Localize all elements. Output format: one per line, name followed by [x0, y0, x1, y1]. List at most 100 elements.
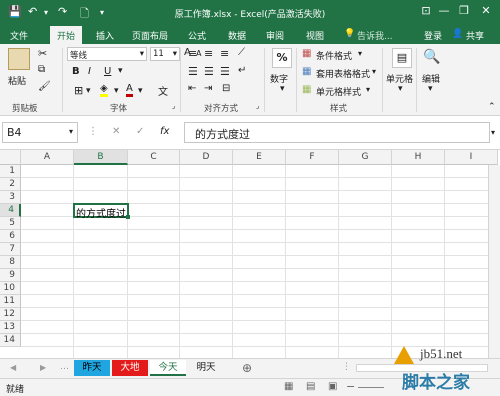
font-name-select[interactable]: 等线 ▾ — [67, 47, 147, 61]
ribbon-options-icon[interactable]: ⊡ — [418, 4, 434, 17]
underline-button[interactable]: U — [104, 66, 111, 77]
vertical-scrollbar[interactable] — [488, 165, 500, 358]
chevron-down-icon[interactable]: ▾ — [428, 84, 433, 94]
row-header[interactable]: 7 — [0, 243, 21, 256]
phonetic-icon[interactable]: 文 — [158, 83, 168, 98]
fill-color-icon[interactable]: ◈ — [100, 83, 108, 97]
tab-page-layout[interactable]: 页面布局 — [132, 29, 168, 42]
tab-view[interactable]: 视图 — [306, 29, 324, 42]
cells-icon[interactable]: ▤ — [392, 48, 412, 68]
row-header[interactable]: 11 — [0, 295, 21, 308]
cancel-icon[interactable]: ✕ — [112, 126, 120, 137]
page-layout-view-icon[interactable]: ▤ — [306, 381, 315, 392]
row-header[interactable]: 10 — [0, 282, 21, 295]
number-format-button[interactable]: 数字 — [270, 72, 288, 85]
enter-icon[interactable]: ✓ — [136, 126, 144, 137]
increase-indent-icon[interactable]: ⇥ — [204, 83, 212, 94]
share-button[interactable]: 共享 — [466, 29, 484, 42]
row-header[interactable]: 4 — [0, 204, 21, 217]
align-left-icon[interactable]: ☰ — [188, 65, 198, 78]
restore-button[interactable]: ❐ — [456, 4, 472, 17]
conditional-format-button[interactable]: 条件格式 — [316, 49, 352, 62]
align-center-icon[interactable]: ☰ — [204, 65, 214, 78]
row-header[interactable]: 9 — [0, 269, 21, 282]
more-sheets-icon[interactable]: … — [60, 362, 69, 372]
fill-color-dropdown-icon[interactable]: ▾ — [114, 86, 119, 96]
tab-data[interactable]: 数据 — [228, 29, 246, 42]
chevron-down-icon[interactable]: ▾ — [69, 127, 73, 136]
column-header[interactable]: E — [233, 150, 286, 165]
column-header[interactable]: G — [339, 150, 392, 165]
align-bottom-icon[interactable]: ≡ — [220, 47, 229, 60]
tab-file[interactable]: 文件 — [10, 29, 28, 42]
row-header[interactable]: 5 — [0, 217, 21, 230]
zoom-out-icon[interactable]: − — [346, 380, 355, 393]
align-right-icon[interactable]: ☰ — [220, 65, 230, 78]
collapse-ribbon-icon[interactable]: ⌃ — [488, 102, 496, 112]
chevron-down-icon[interactable]: ▾ — [366, 85, 370, 94]
chevron-down-icon[interactable]: ▾ — [398, 84, 403, 94]
login-link[interactable]: 登录 — [424, 29, 442, 42]
tab-formulas[interactable]: 公式 — [188, 29, 206, 42]
paste-icon[interactable] — [8, 48, 30, 70]
chevron-down-icon[interactable]: ▾ — [372, 67, 376, 76]
sheet-tab-today[interactable]: 今天 — [150, 360, 186, 376]
row-header[interactable]: 13 — [0, 321, 21, 334]
next-sheet-icon[interactable]: ▶ — [40, 363, 46, 372]
column-header[interactable]: C — [128, 150, 180, 165]
row-header[interactable]: 12 — [0, 308, 21, 321]
decrease-indent-icon[interactable]: ⇤ — [188, 83, 196, 94]
borders-icon[interactable]: ⊞ — [74, 84, 83, 97]
column-header[interactable]: A — [21, 150, 74, 165]
formula-input[interactable]: 的方式度过 — [184, 122, 490, 143]
tell-me-box[interactable]: 告诉我... — [357, 29, 393, 42]
borders-dropdown-icon[interactable]: ▾ — [86, 86, 91, 96]
row-header[interactable]: 6 — [0, 230, 21, 243]
font-color-dropdown-icon[interactable]: ▾ — [138, 86, 143, 96]
sheet-tab-dadi[interactable]: 大地 — [112, 360, 148, 376]
format-painter-icon[interactable]: 🖌 — [38, 81, 51, 92]
row-header[interactable]: 14 — [0, 334, 21, 347]
select-all-corner[interactable] — [0, 150, 21, 165]
font-color-icon[interactable]: A — [126, 83, 133, 97]
sheet-tab-tomorrow[interactable]: 明天 — [188, 360, 224, 376]
align-top-icon[interactable]: ≡ — [188, 47, 197, 60]
wrap-text-icon[interactable]: ↵ — [238, 65, 246, 76]
column-header[interactable]: F — [286, 150, 339, 165]
column-header[interactable]: B — [74, 150, 128, 165]
format-as-table-button[interactable]: 套用表格格式 — [316, 67, 370, 80]
minimize-button[interactable]: — — [436, 4, 452, 17]
prev-sheet-icon[interactable]: ◀ — [10, 363, 16, 372]
row-header[interactable]: 2 — [0, 178, 21, 191]
row-header[interactable]: 8 — [0, 256, 21, 269]
font-size-select[interactable]: 11 ▾ — [150, 47, 180, 61]
tab-review[interactable]: 审阅 — [266, 29, 284, 42]
percent-icon[interactable]: % — [272, 48, 292, 68]
italic-button[interactable]: I — [88, 66, 91, 77]
orientation-icon[interactable]: ⟋ — [238, 47, 245, 58]
page-break-view-icon[interactable]: ▣ — [328, 381, 337, 392]
align-middle-icon[interactable]: ≡ — [204, 47, 213, 60]
sheet-tab-yesterday[interactable]: 昨天 — [74, 360, 110, 376]
dialog-launcher-icon[interactable]: ⌟ — [172, 102, 175, 110]
column-header[interactable]: D — [180, 150, 233, 165]
underline-dropdown-icon[interactable]: ▾ — [118, 66, 123, 76]
name-box[interactable]: B4 ▾ — [2, 122, 78, 143]
column-header[interactable]: H — [392, 150, 445, 165]
fill-handle[interactable] — [126, 215, 130, 219]
add-sheet-button[interactable]: ⊕ — [242, 361, 252, 375]
close-button[interactable]: ✕ — [478, 4, 494, 17]
merge-center-icon[interactable]: ⊟ — [222, 83, 230, 94]
column-header[interactable]: I — [445, 150, 498, 165]
dialog-launcher-icon[interactable]: ⌟ — [256, 102, 259, 110]
cell-styles-button[interactable]: 单元格样式 — [316, 85, 361, 98]
tab-home[interactable]: 开始 — [50, 26, 83, 44]
worksheet-grid[interactable]: A B C D E F G H I 1 2 3 4 5 6 7 8 9 10 1… — [0, 150, 500, 358]
search-icon[interactable]: 🔍 — [422, 48, 442, 68]
chevron-down-icon[interactable]: ▾ — [280, 84, 285, 94]
row-header[interactable]: 1 — [0, 165, 21, 178]
insert-function-icon[interactable]: fx — [160, 126, 169, 137]
cut-icon[interactable]: ✂ — [38, 47, 47, 60]
chevron-down-icon[interactable]: ▾ — [358, 49, 362, 58]
expand-formula-icon[interactable]: ▾ — [491, 128, 495, 137]
